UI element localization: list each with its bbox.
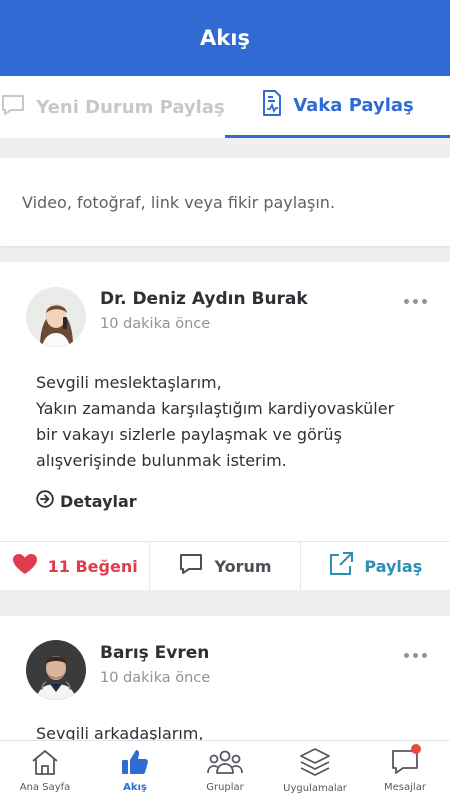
avatar[interactable] <box>26 640 86 700</box>
nav-apps[interactable]: Uygulamalar <box>270 741 360 800</box>
share-tabs: Yeni Durum Paylaş Vaka Paylaş <box>0 76 450 138</box>
nav-label: Akış <box>123 782 147 793</box>
page-title: Akış <box>200 26 250 50</box>
arrow-circle-icon <box>36 490 54 512</box>
share-label: Paylaş <box>364 556 423 576</box>
post-message: Yakın zamanda karşılaştığım kardiyovaskü… <box>36 399 395 470</box>
avatar[interactable] <box>26 287 86 347</box>
post-time: 10 dakika önce <box>100 670 211 686</box>
nav-messages[interactable]: Mesajlar <box>360 741 450 800</box>
comment-icon <box>178 552 204 580</box>
share-icon <box>328 551 354 581</box>
post-body: Sevgili meslektaşlarım, Yakın zamanda ka… <box>36 370 416 474</box>
comment-button[interactable]: Yorum <box>149 542 299 590</box>
notification-badge <box>411 744 421 754</box>
like-count: 11 Beğeni <box>47 556 138 576</box>
more-options-icon[interactable] <box>404 647 434 663</box>
comment-label: Yorum <box>214 556 272 576</box>
home-icon <box>30 748 60 779</box>
details-link[interactable]: Detaylar <box>36 490 137 512</box>
post-author[interactable]: Barış Evren <box>100 643 209 663</box>
details-label: Detaylar <box>60 491 137 511</box>
app-header: Akış <box>0 0 450 76</box>
tab-label: Yeni Durum Paylaş <box>36 96 225 118</box>
medical-file-icon <box>261 89 283 122</box>
nav-home[interactable]: Ana Sayfa <box>0 741 90 800</box>
chat-bubble-icon <box>0 93 26 122</box>
tab-new-status[interactable]: Yeni Durum Paylaş <box>0 76 225 138</box>
feed-post: Barış Evren 10 dakika önce Sevgili arkad… <box>0 616 450 742</box>
more-options-icon[interactable] <box>404 293 434 309</box>
nav-label: Uygulamalar <box>283 783 347 794</box>
nav-label: Mesajlar <box>384 782 426 793</box>
layers-icon <box>299 747 331 780</box>
share-button[interactable]: Paylaş <box>299 542 450 590</box>
nav-label: Gruplar <box>206 782 244 793</box>
post-author[interactable]: Dr. Deniz Aydın Burak <box>100 289 308 309</box>
composer-placeholder: Video, fotoğraf, link veya fikir paylaşı… <box>22 192 336 212</box>
post-actions: 11 Beğeni Yorum Paylaş <box>0 541 450 590</box>
tab-label: Vaka Paylaş <box>293 95 414 116</box>
nav-label: Ana Sayfa <box>19 782 71 793</box>
feed-post: Dr. Deniz Aydın Burak 10 dakika önce Sev… <box>0 262 450 590</box>
nav-groups[interactable]: Gruplar <box>180 741 270 800</box>
post-greeting: Sevgili meslektaşlarım, <box>36 373 222 392</box>
group-icon <box>207 748 243 779</box>
heart-icon <box>12 553 38 579</box>
post-time: 10 dakika önce <box>100 316 211 332</box>
tab-share-case[interactable]: Vaka Paylaş <box>225 76 450 138</box>
like-button[interactable]: 11 Beğeni <box>0 542 149 590</box>
bottom-navigation: Ana Sayfa Akış Gruplar Uygulamalar Mesaj… <box>0 740 450 800</box>
nav-feed[interactable]: Akış <box>90 741 180 800</box>
thumbs-up-icon <box>120 748 150 779</box>
post-composer[interactable]: Video, fotoğraf, link veya fikir paylaşı… <box>0 158 450 246</box>
